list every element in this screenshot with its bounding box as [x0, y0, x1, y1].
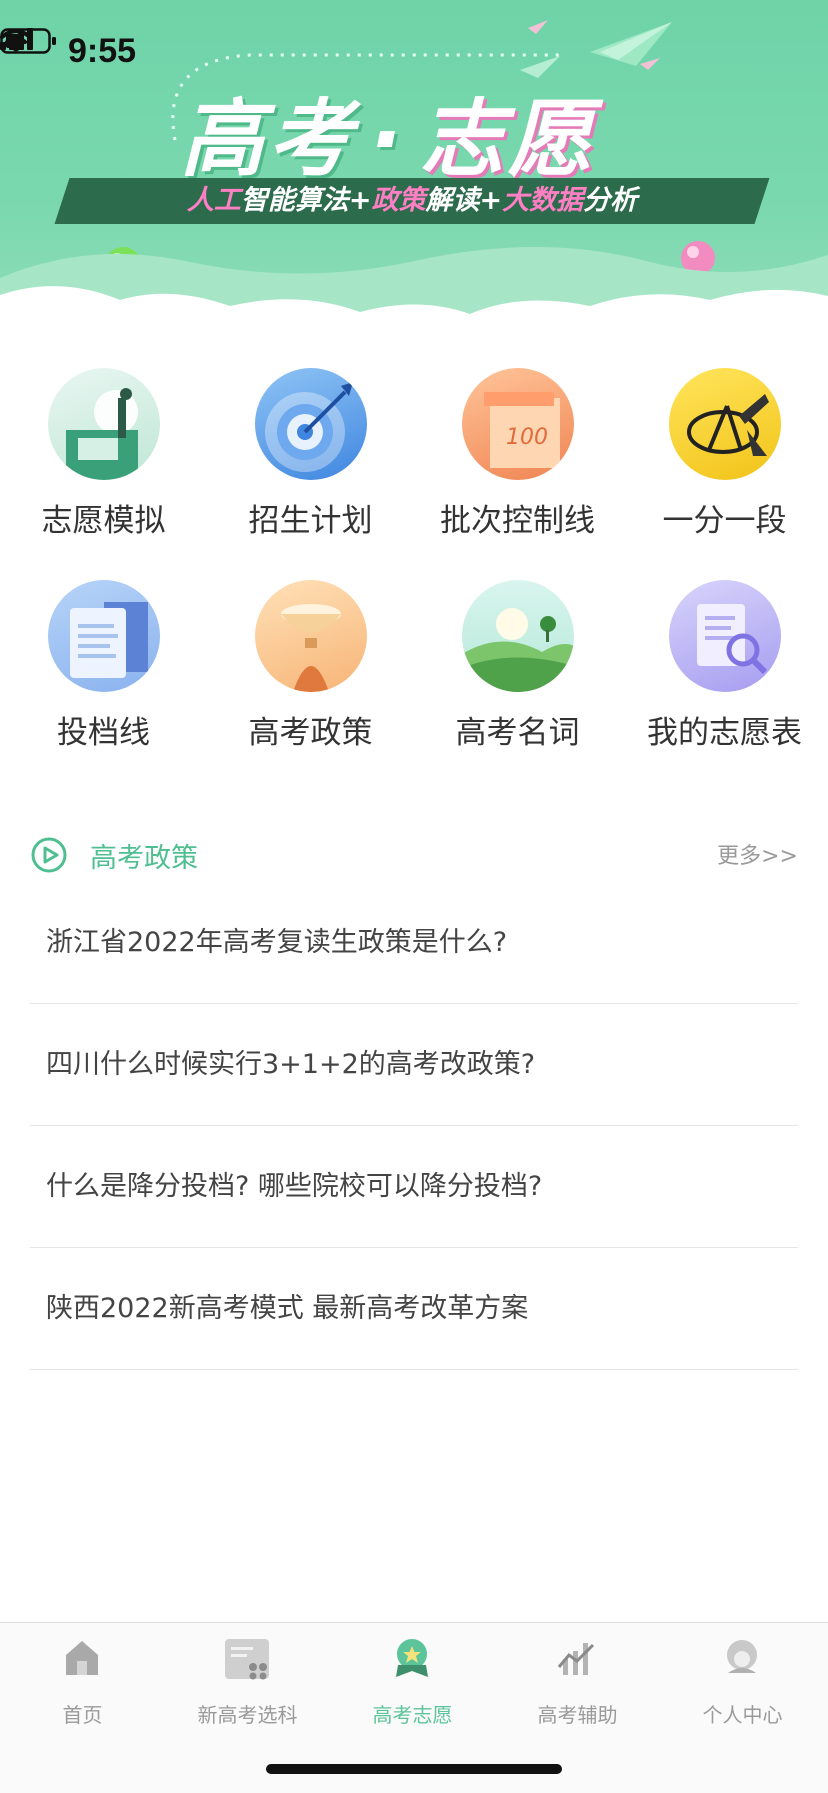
slogan-part: 分析: [583, 185, 638, 216]
score-100-icon: 100: [462, 368, 574, 480]
ruler-compass-icon: [669, 368, 781, 480]
tab-gaokao-volunteer[interactable]: 高考志愿: [330, 1637, 495, 1737]
news-item[interactable]: 四川什么时候实行3+1+2的高考改政策?: [30, 1004, 798, 1126]
target-icon: [255, 368, 367, 480]
banner-title: 高考 · 志愿: [180, 72, 596, 193]
grid-item-label: 我的志愿表: [647, 715, 802, 751]
tab-label: 新高考选科: [197, 1703, 298, 1727]
tab-label: 首页: [62, 1703, 103, 1727]
status-time: 9:55: [68, 32, 137, 70]
user-icon: [727, 1640, 757, 1673]
policy-section-title: 高考政策: [90, 843, 198, 874]
tab-label: 高考辅助: [537, 1703, 618, 1727]
grid-item-label: 一分一段: [662, 503, 787, 539]
grid-item-enrollment-plan[interactable]: 招生计划: [207, 360, 414, 550]
news-item-title: 什么是降分投档? 哪些院校可以降分投档?: [46, 1171, 543, 1202]
play-circle-icon: [31, 837, 67, 873]
policy-section-header: 高考政策 更多>>: [30, 832, 798, 878]
grid-item-score-segment[interactable]: 一分一段: [621, 360, 828, 550]
slogan-part: 人工: [186, 185, 241, 216]
grid-item-gaokao-terms[interactable]: 高考名词: [414, 572, 621, 762]
tab-label: 高考志愿: [372, 1703, 453, 1727]
banner-title-left: 高考: [180, 90, 357, 188]
grid-item-label: 招生计划: [248, 503, 373, 539]
tab-gaokao-assist[interactable]: 高考辅助: [495, 1637, 660, 1737]
news-item-title: 陕西2022新高考模式 最新高考改革方案: [46, 1293, 529, 1324]
grid-item-gaokao-policy[interactable]: 高考政策: [207, 572, 414, 762]
more-link[interactable]: 更多>>: [717, 838, 798, 870]
battery-icon: [0, 28, 56, 54]
grid-item-label: 投档线: [57, 715, 150, 751]
slogan-part: 解读+: [425, 185, 503, 216]
slogan-part: 政策: [371, 185, 426, 216]
tab-label: 个人中心: [702, 1703, 783, 1727]
banner-title-dot: ·: [370, 90, 406, 188]
grid-item-label: 志愿模拟: [41, 503, 166, 539]
search-document-icon: [669, 580, 781, 692]
banner-title-right: 志愿: [419, 90, 596, 188]
grid-item-batch-control-line[interactable]: 100 批次控制线: [414, 360, 621, 550]
slogan-part: 大数据: [502, 185, 584, 216]
svg-text:100: 100: [506, 425, 548, 450]
news-item[interactable]: 陕西2022新高考模式 最新高考改革方案: [30, 1248, 798, 1370]
news-item[interactable]: 什么是降分投档? 哪些院校可以降分投档?: [30, 1126, 798, 1248]
status-bar: 9:55: [0, 28, 828, 72]
landscape-icon: [462, 580, 574, 692]
grid-item-admission-line[interactable]: 投档线: [0, 572, 207, 762]
header-banner: 9:55 高考 · 志愿 人工智能算法+政策解读+大数据分析: [0, 0, 828, 330]
tab-home[interactable]: 首页: [0, 1637, 165, 1737]
chart-icon: [557, 1643, 595, 1675]
hourglass-icon: [255, 580, 367, 692]
document-icon: [48, 580, 160, 692]
news-item-title: 浙江省2022年高考复读生政策是什么?: [46, 927, 508, 958]
banner-slogan: 人工智能算法+政策解读+大数据分析: [54, 178, 770, 234]
volunteer-simulation-icon: [48, 368, 160, 480]
news-item[interactable]: 浙江省2022年高考复读生政策是什么?: [30, 882, 798, 1004]
tab-personal-center[interactable]: 个人中心: [660, 1637, 825, 1737]
slogan-text: 人工智能算法+政策解读+大数据分析: [62, 178, 762, 224]
grid-item-volunteer-simulation[interactable]: 志愿模拟: [0, 360, 207, 550]
grid-item-my-volunteer-table[interactable]: 我的志愿表: [621, 572, 828, 762]
slogan-part: 智能算法+: [240, 185, 372, 216]
grid-item-label: 批次控制线: [440, 503, 595, 539]
grid-item-label: 高考政策: [248, 715, 373, 751]
tab-subject-selection[interactable]: 新高考选科: [165, 1637, 330, 1737]
medal-icon: [396, 1639, 428, 1677]
home-icon: [66, 1641, 98, 1675]
subject-selection-icon: [225, 1639, 269, 1680]
home-indicator: [266, 1764, 562, 1774]
news-item-title: 四川什么时候实行3+1+2的高考改政策?: [46, 1049, 536, 1080]
grid-item-label: 高考名词: [455, 715, 580, 751]
